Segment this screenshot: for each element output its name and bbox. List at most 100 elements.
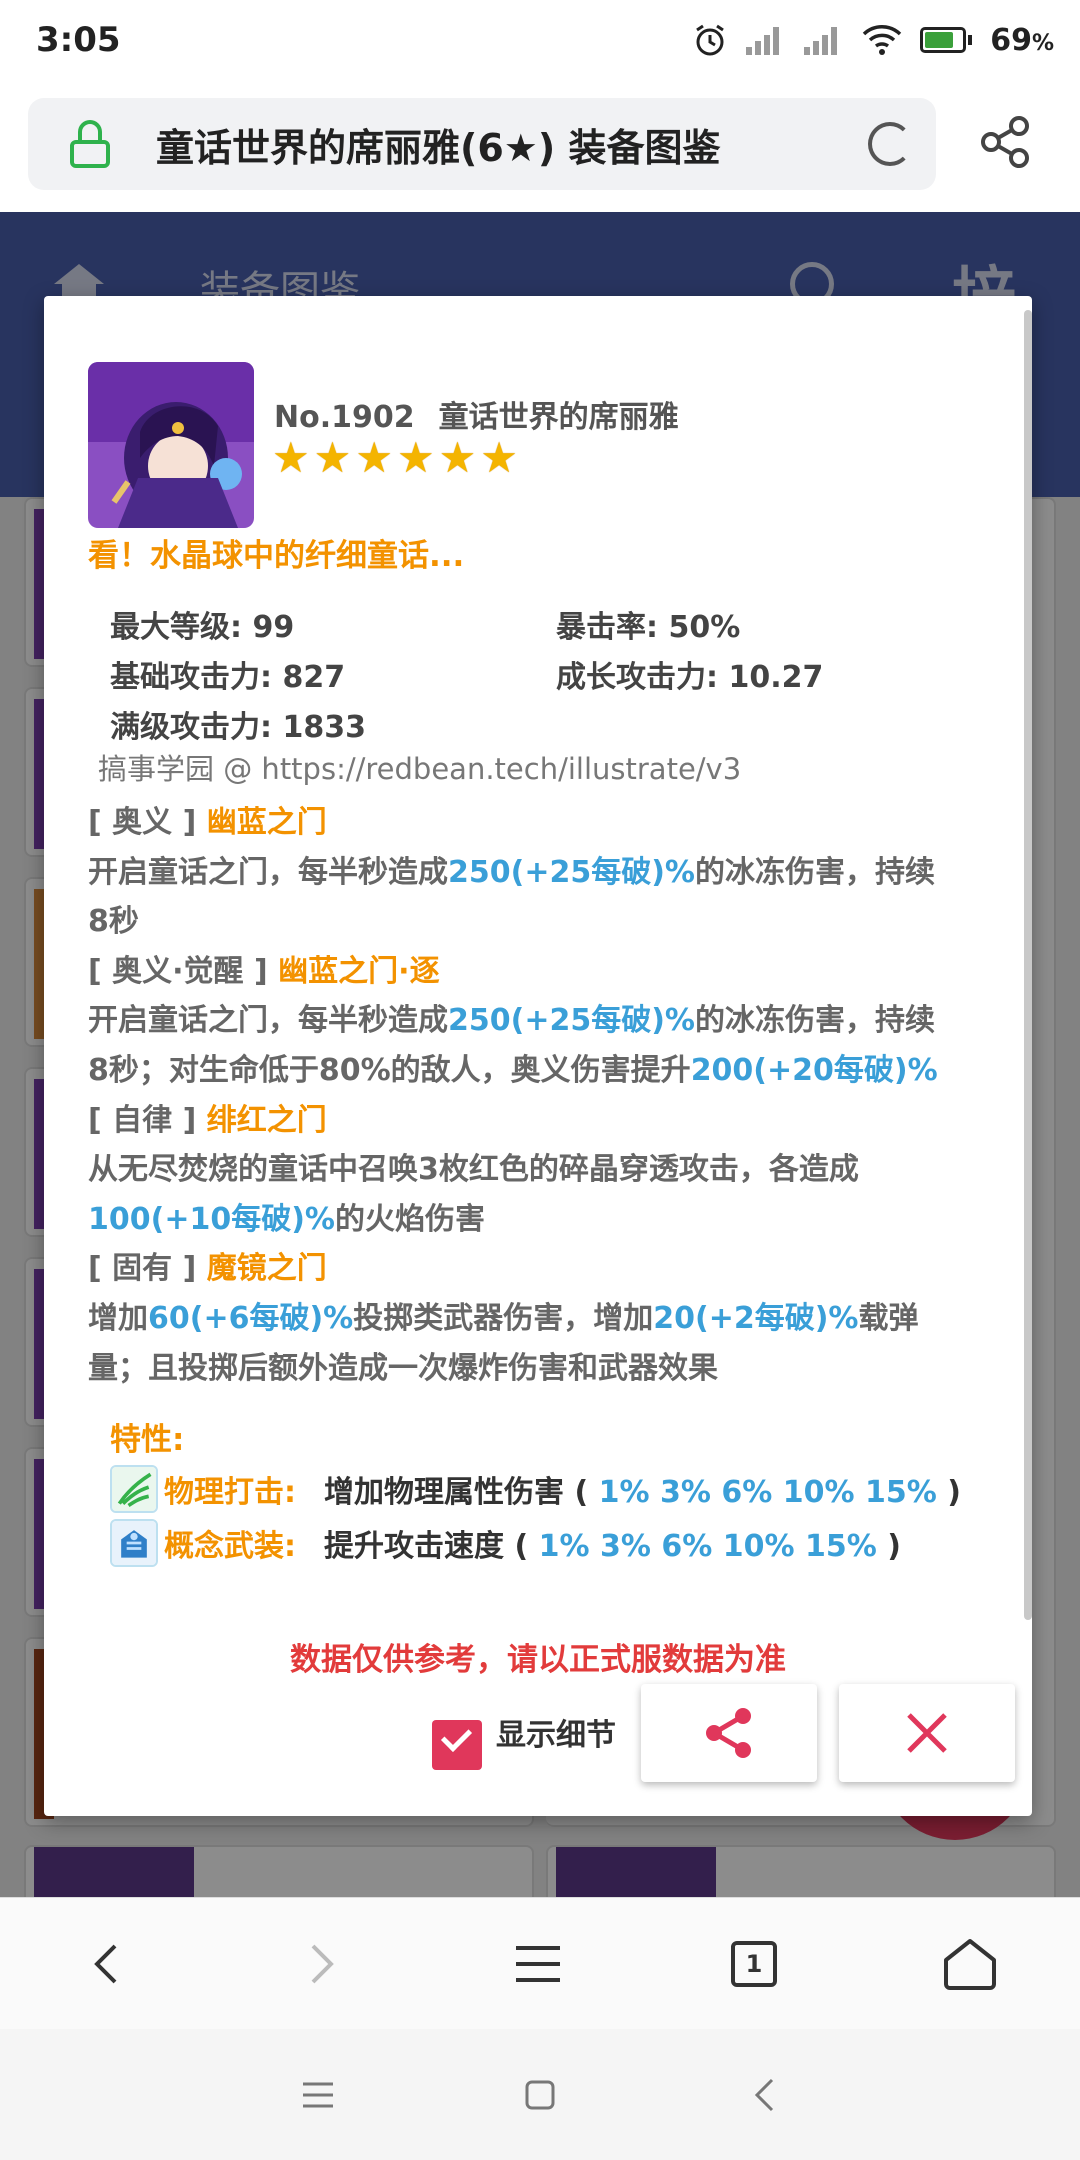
tab-count: 1 [731, 1941, 777, 1987]
skill-list: [ 奥义 ] 幽蓝之门 开启童话之门，每半秒造成250(+25每破)%的冰冻伤害，… [88, 798, 1018, 1393]
concept-armament-icon [110, 1519, 158, 1567]
skill-text: 开启童话之门，每半秒造成 [88, 1003, 448, 1039]
share-icon[interactable] [975, 112, 1035, 172]
skill-text: 8秒；对生命低于80%的敌人，奥义伤害提升 [88, 1052, 691, 1088]
skill-text: 载弹 [858, 1300, 919, 1336]
skill-type: [ 奥义·觉醒 ] [88, 953, 268, 989]
signal-icon [804, 25, 844, 55]
reload-icon[interactable] [868, 122, 912, 166]
share-button[interactable] [641, 1684, 817, 1782]
forward-button[interactable] [292, 1934, 352, 1994]
skill-description-line: 增加60(+6每破)%投掷类武器伤害，增加20(+2每破)%载弹 [88, 1294, 1018, 1344]
disclaimer: 数据仅供参考，请以正式服数据为准 [290, 1642, 786, 1678]
skill-value: 250(+25每破)% [448, 854, 695, 890]
stat-base-attack: 基础攻击力: 827 [110, 660, 346, 695]
star-icon: ★ [355, 433, 393, 482]
back-button[interactable] [76, 1934, 136, 1994]
trait-row: 概念武装: 提升攻击速度 ( 1% 3% 6% 10% 15% ) [110, 1518, 901, 1568]
trait-values: 1% 3% 6% 10% 15% [538, 1529, 877, 1564]
nav-back-button[interactable] [734, 2065, 794, 2125]
home-icon [944, 1939, 996, 1990]
close-icon [907, 1713, 947, 1753]
status-icons: 69% [692, 22, 1054, 58]
tabs-button[interactable]: 1 [724, 1934, 784, 1994]
stat-max-level: 最大等级: 99 [110, 610, 295, 645]
alarm-icon [696, 24, 725, 56]
skill-text: 投掷类武器伤害，增加 [353, 1300, 654, 1336]
show-details-checkbox[interactable] [432, 1720, 482, 1770]
skill-text: 从无尽焚烧的童话中召唤3枚红色的碎晶穿透攻击，各造成 [88, 1152, 859, 1188]
skill-text: 的火焰伤害 [335, 1201, 485, 1237]
skill-description-line: 从无尽焚烧的童话中召唤3枚红色的碎晶穿透攻击，各造成 [88, 1145, 1018, 1195]
skill-value: 200(+20每破)% [690, 1052, 938, 1088]
stat-crit-rate: 暴击率: 50% [556, 610, 741, 645]
square-icon [525, 2080, 555, 2110]
skill-text: 开启童话之门，每半秒造成 [88, 854, 448, 890]
back-icon [94, 1944, 117, 1984]
skill-value: 250(+25每破)% [448, 1003, 695, 1039]
nav-home-button[interactable] [510, 2065, 570, 2125]
skill-heading: [ 奥义·觉醒 ] 幽蓝之门·逐 [88, 947, 1018, 997]
source-credit: 搞事学园 @ https://redbean.tech/illustrate/v… [98, 752, 742, 786]
skill-description-line: 开启童话之门，每半秒造成250(+25每破)%的冰冻伤害，持续 [88, 996, 1018, 1046]
skill-type: [ 自律 ] [88, 1102, 197, 1138]
wifi-icon [862, 25, 902, 55]
skill-text: 8秒 [88, 904, 139, 940]
trait-row: 物理打击: 增加物理属性伤害 ( 1% 3% 6% 10% 15% ) [110, 1464, 961, 1514]
skill-description-line: 100(+10每破)%的火焰伤害 [88, 1195, 1018, 1245]
star-icon: ★ [313, 433, 352, 482]
menu-icon [516, 1946, 560, 1982]
trait-description: 增加物理属性伤害 ( 1% 3% 6% 10% 15% ) [324, 1475, 961, 1510]
trait-name: 物理打击: [164, 1475, 296, 1510]
skill-text: 量；且投掷后额外造成一次爆炸伤害和武器效果 [88, 1350, 718, 1386]
skill-type: [ 奥义 ] [88, 805, 197, 840]
equipment-header: No.1902 童话世界的席丽雅 [274, 392, 679, 436]
equipment-number: No.1902 [274, 400, 415, 435]
skill-description-line: 8秒 [88, 897, 1018, 947]
star-icon: ★ [396, 433, 435, 482]
traits-title: 特性: [110, 1422, 185, 1458]
skill-description-line: 开启童话之门，每半秒造成250(+25每破)%的冰冻伤害，持续 [88, 848, 1018, 898]
trait-values: 1% 3% 6% 10% 15% [598, 1475, 937, 1510]
page-title: 童话世界的席丽雅(6★) 装备图鉴 [156, 125, 721, 170]
menu-button[interactable] [508, 1934, 568, 1994]
trait-description: 提升攻击速度 ( 1% 3% 6% 10% 15% ) [324, 1529, 901, 1564]
home-button[interactable] [940, 1934, 1000, 1994]
character-avatar [88, 362, 254, 528]
equipment-name: 童话世界的席丽雅 [438, 400, 679, 435]
status-time: 3:05 [36, 20, 121, 60]
skill-name: 幽蓝之门 [206, 805, 327, 840]
show-details-label[interactable]: 显示细节 [496, 1710, 616, 1754]
skill-heading: [ 自律 ] 绯红之门 [88, 1096, 1018, 1146]
skill-description-line: 量；且投掷后额外造成一次爆炸伤害和武器效果 [88, 1344, 1018, 1394]
recents-button[interactable] [288, 2065, 348, 2125]
battery-icon [920, 27, 973, 53]
star-icon: ★ [480, 433, 518, 482]
recents-icon [303, 2082, 333, 2108]
battery-unit: % [1031, 30, 1054, 56]
stat-max-attack: 满级攻击力: 1833 [110, 710, 366, 745]
star-icon: ★ [438, 433, 477, 482]
equipment-tagline: 看！水晶球中的纤细童话... [88, 538, 465, 574]
skill-description-line: 8秒；对生命低于80%的敌人，奥义伤害提升200(+20每破)% [88, 1046, 1018, 1096]
skill-name: 绯红之门 [206, 1102, 327, 1138]
signal-icon [746, 25, 786, 55]
forward-icon [311, 1944, 334, 1984]
close-button[interactable] [839, 1684, 1015, 1782]
skill-text: 增加 [88, 1300, 148, 1336]
battery-level: 69 [990, 22, 1032, 58]
skill-heading: [ 固有 ] 魔镜之门 [88, 1244, 1018, 1294]
lock-icon [70, 120, 110, 168]
skill-name: 魔镜之门 [206, 1251, 327, 1287]
physical-strike-icon [110, 1465, 158, 1513]
skill-text: 的冰冻伤害，持续 [695, 854, 935, 890]
star-rating: ★ ★ ★ ★ ★ ★ [272, 436, 518, 480]
trait-name: 概念武装: [164, 1529, 296, 1564]
browser-toolbar: 1 [0, 1897, 1080, 2029]
star-icon: ★ [272, 433, 310, 482]
equipment-detail-dialog: No.1902 童话世界的席丽雅 ★ ★ ★ ★ ★ ★ 看！水晶球中的纤细童话... 最大… [44, 296, 1032, 1816]
dialog-scrollbar[interactable] [1024, 310, 1032, 1620]
address-bar[interactable]: 童话世界的席丽雅(6★) 装备图鉴 [28, 98, 936, 190]
skill-type: [ 固有 ] [88, 1251, 197, 1287]
skill-name: 幽蓝之门·逐 [278, 953, 440, 989]
